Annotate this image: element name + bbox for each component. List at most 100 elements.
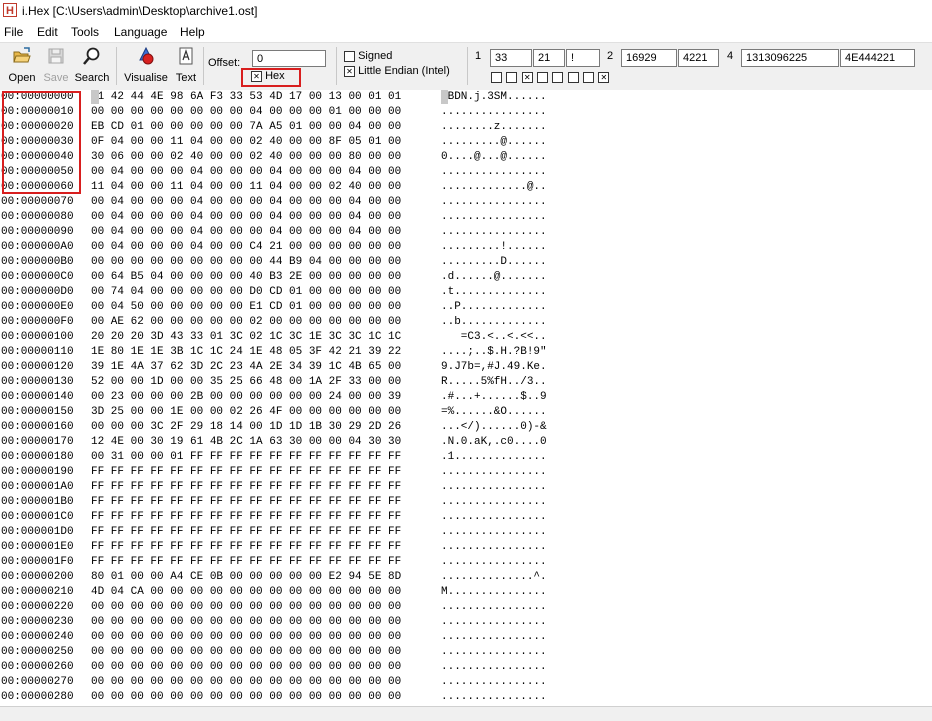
value-4-decimal[interactable]: [741, 49, 839, 67]
row-bytes[interactable]: 00 74 04 00 00 00 00 00 D0 CD 01 00 00 0…: [91, 285, 401, 300]
bit-checkbox[interactable]: ✕: [598, 72, 610, 84]
row-bytes[interactable]: 00 31 00 00 01 FF FF FF FF FF FF FF FF F…: [91, 450, 401, 465]
row-ascii[interactable]: ..b.............: [441, 315, 547, 330]
row-ascii[interactable]: .#...+......$..9: [441, 390, 547, 405]
hex-view[interactable]: 00:00000000 21 42 44 4E 98 6A F3 33 53 4D…: [0, 90, 932, 705]
row-ascii[interactable]: ................: [441, 540, 547, 555]
row-ascii[interactable]: ................: [441, 630, 547, 645]
little-endian-checkbox-box[interactable]: ✕: [344, 65, 355, 77]
row-bytes[interactable]: 20 20 20 3D 43 33 01 3C 02 1C 3C 1E 3C 3…: [91, 330, 401, 345]
search-button[interactable]: Search: [73, 46, 111, 84]
row-bytes[interactable]: 12 4E 00 30 19 61 4B 2C 1A 63 30 00 00 0…: [91, 435, 401, 450]
row-ascii[interactable]: ................: [441, 195, 547, 210]
row-ascii[interactable]: M...............: [441, 585, 547, 600]
bit-checkbox[interactable]: [567, 72, 579, 84]
row-bytes[interactable]: 00 00 00 00 00 00 00 00 00 00 00 00 00 0…: [91, 630, 401, 645]
row-bytes[interactable]: FF FF FF FF FF FF FF FF FF FF FF FF FF F…: [91, 510, 401, 525]
row-bytes[interactable]: 00 00 00 3C 2F 29 18 14 00 1D 1D 1B 30 2…: [91, 420, 401, 435]
row-bytes[interactable]: FF FF FF FF FF FF FF FF FF FF FF FF FF F…: [91, 465, 401, 480]
row-bytes[interactable]: 30 06 00 00 02 40 00 00 02 40 00 00 00 8…: [91, 150, 401, 165]
row-ascii[interactable]: ................: [441, 690, 547, 705]
row-ascii[interactable]: ................: [441, 645, 547, 660]
row-bytes[interactable]: 21 42 44 4E 98 6A F3 33 53 4D 17 00 13 0…: [91, 90, 401, 105]
hex-checkbox[interactable]: ✕ Hex: [251, 70, 285, 82]
bit-checkbox[interactable]: ✕: [521, 72, 533, 84]
open-button[interactable]: Open: [4, 46, 40, 84]
value-1-hex[interactable]: [533, 49, 565, 67]
row-bytes[interactable]: 52 00 00 1D 00 00 35 25 66 48 00 1A 2F 3…: [91, 375, 401, 390]
menu-help[interactable]: Help: [180, 25, 205, 39]
row-ascii[interactable]: .1..............: [441, 450, 547, 465]
row-bytes[interactable]: 0F 04 00 00 11 04 00 00 02 40 00 00 8F 0…: [91, 135, 401, 150]
visualise-button[interactable]: Visualise: [121, 46, 171, 84]
signed-checkbox[interactable]: Signed: [344, 50, 392, 62]
text-button[interactable]: Text: [173, 46, 199, 84]
value-4-hex[interactable]: [840, 49, 915, 67]
row-ascii[interactable]: .............@..: [441, 180, 547, 195]
row-ascii[interactable]: =%......&O......: [441, 405, 547, 420]
row-ascii[interactable]: =C3.<..<.<<..: [441, 330, 547, 345]
row-ascii[interactable]: ................: [441, 600, 547, 615]
row-ascii[interactable]: ..P.............: [441, 300, 547, 315]
row-ascii[interactable]: 9.J7b=,#J.49.Ke.: [441, 360, 547, 375]
row-bytes[interactable]: 11 04 00 00 11 04 00 00 11 04 00 00 02 4…: [91, 180, 401, 195]
row-bytes[interactable]: 00 00 00 00 00 00 00 00 00 00 00 00 00 0…: [91, 645, 401, 660]
little-endian-checkbox[interactable]: ✕ Little Endian (Intel): [344, 65, 450, 77]
row-bytes[interactable]: 00 AE 62 00 00 00 00 00 02 00 00 00 00 0…: [91, 315, 401, 330]
row-ascii[interactable]: !BDN.j.3SM......: [441, 90, 547, 105]
row-bytes[interactable]: 80 01 00 00 A4 CE 0B 00 00 00 00 00 E2 9…: [91, 570, 401, 585]
save-button[interactable]: Save: [41, 46, 71, 84]
row-ascii[interactable]: ................: [441, 225, 547, 240]
bit-checkbox[interactable]: [583, 72, 595, 84]
row-ascii[interactable]: ................: [441, 525, 547, 540]
row-ascii[interactable]: 0....@...@......: [441, 150, 547, 165]
row-bytes[interactable]: 4D 04 CA 00 00 00 00 00 00 00 00 00 00 0…: [91, 585, 401, 600]
menu-language[interactable]: Language: [114, 25, 167, 39]
row-bytes[interactable]: 00 00 00 00 00 00 00 00 00 00 00 00 00 0…: [91, 615, 401, 630]
row-bytes[interactable]: FF FF FF FF FF FF FF FF FF FF FF FF FF F…: [91, 540, 401, 555]
row-ascii[interactable]: ................: [441, 510, 547, 525]
row-bytes[interactable]: 00 00 00 00 00 00 00 00 00 00 00 00 00 0…: [91, 690, 401, 705]
value-1-char[interactable]: [566, 49, 600, 67]
row-bytes[interactable]: FF FF FF FF FF FF FF FF FF FF FF FF FF F…: [91, 525, 401, 540]
row-ascii[interactable]: .d......@.......: [441, 270, 547, 285]
bit-checkbox[interactable]: [506, 72, 518, 84]
bit-checkbox[interactable]: [491, 72, 502, 84]
signed-checkbox-box[interactable]: [344, 50, 355, 62]
row-ascii[interactable]: ................: [441, 165, 547, 180]
row-ascii[interactable]: ................: [441, 465, 547, 480]
row-bytes[interactable]: 00 00 00 00 00 00 00 00 00 44 B9 04 00 0…: [91, 255, 401, 270]
row-bytes[interactable]: 00 00 00 00 00 00 00 00 04 00 00 00 01 0…: [91, 105, 401, 120]
row-bytes[interactable]: 00 04 00 00 00 04 00 00 C4 21 00 00 00 0…: [91, 240, 401, 255]
menu-tools[interactable]: Tools: [71, 25, 99, 39]
row-ascii[interactable]: ..............^.: [441, 570, 547, 585]
value-2-decimal[interactable]: [621, 49, 677, 67]
row-ascii[interactable]: .........@......: [441, 135, 547, 150]
row-bytes[interactable]: 00 64 B5 04 00 00 00 00 40 B3 2E 00 00 0…: [91, 270, 401, 285]
row-ascii[interactable]: ................: [441, 675, 547, 690]
row-ascii[interactable]: .N.0.aK,.c0....0: [441, 435, 547, 450]
row-ascii[interactable]: R.....5%fH../3..: [441, 375, 547, 390]
row-ascii[interactable]: ................: [441, 555, 547, 570]
row-bytes[interactable]: 39 1E 4A 37 62 3D 2C 23 4A 2E 34 39 1C 4…: [91, 360, 401, 375]
row-bytes[interactable]: 00 04 00 00 00 04 00 00 00 04 00 00 00 0…: [91, 195, 401, 210]
row-ascii[interactable]: ........z.......: [441, 120, 547, 135]
row-bytes[interactable]: FF FF FF FF FF FF FF FF FF FF FF FF FF F…: [91, 555, 401, 570]
menu-file[interactable]: File: [4, 25, 23, 39]
row-ascii[interactable]: ................: [441, 495, 547, 510]
row-ascii[interactable]: ...</)......0)-&: [441, 420, 547, 435]
hex-checkbox-box[interactable]: ✕: [251, 70, 262, 82]
row-bytes[interactable]: 1E 80 1E 1E 3B 1C 1C 24 1E 48 05 3F 42 2…: [91, 345, 401, 360]
row-ascii[interactable]: ................: [441, 615, 547, 630]
row-bytes[interactable]: 00 00 00 00 00 00 00 00 00 00 00 00 00 0…: [91, 660, 401, 675]
row-bytes[interactable]: FF FF FF FF FF FF FF FF FF FF FF FF FF F…: [91, 495, 401, 510]
row-ascii[interactable]: .t..............: [441, 285, 547, 300]
value-1-decimal[interactable]: [490, 49, 532, 67]
row-ascii[interactable]: ................: [441, 480, 547, 495]
menu-edit[interactable]: Edit: [37, 25, 58, 39]
bit-checkbox[interactable]: [537, 72, 549, 84]
row-ascii[interactable]: ................: [441, 105, 547, 120]
row-bytes[interactable]: 3D 25 00 00 1E 00 00 02 26 4F 00 00 00 0…: [91, 405, 401, 420]
row-bytes[interactable]: 00 04 00 00 00 04 00 00 00 04 00 00 00 0…: [91, 165, 401, 180]
row-bytes[interactable]: FF FF FF FF FF FF FF FF FF FF FF FF FF F…: [91, 480, 401, 495]
